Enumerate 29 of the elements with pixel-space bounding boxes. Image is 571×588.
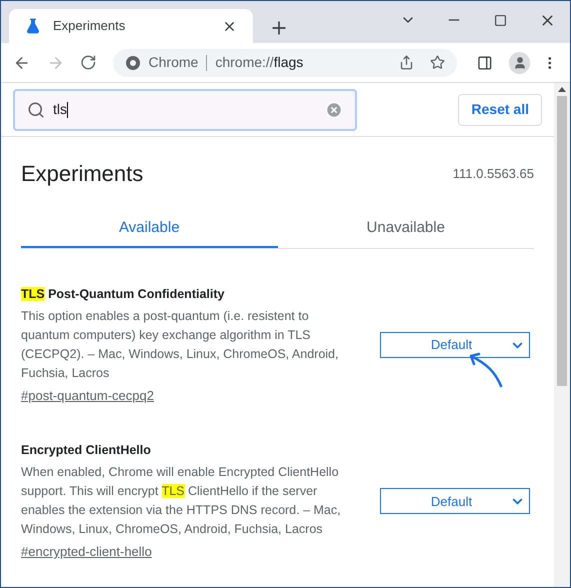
flag-link[interactable]: #post-quantum-cecpq2 [21,386,356,406]
flag-dropdown[interactable]: Default [380,332,530,358]
page-heading: Experiments [21,160,144,188]
flag-title: Encrypted ClientHello [21,442,152,460]
flag-link[interactable]: #encrypted-client-hello [21,542,356,562]
search-field[interactable]: tls [13,88,357,130]
reset-all-button[interactable]: Reset all [458,94,542,126]
chrome-logo-icon [124,54,141,70]
clear-icon[interactable] [325,100,343,118]
scroll-up-icon[interactable] [558,87,566,92]
tab[interactable]: Unavailable [278,210,534,248]
flag-description: This option enables a post-quantum (i.e. resistent to quantum computers) key exchange algorithm in TLS (CECPQ2). – Mac, Windows, Linux, ChromeOS, Android, Fuchsia, Lacros [21,308,340,382]
share-icon[interactable] [399,55,414,70]
search-icon [27,100,45,118]
version-text: 111.0.5563.65 [452,164,534,183]
flask-icon [25,18,41,34]
side-panel-icon[interactable] [477,54,494,70]
maximize-icon[interactable] [494,14,507,26]
reload-icon[interactable] [80,54,97,71]
profile-avatar[interactable] [509,52,530,74]
flag-dropdown[interactable]: Default [380,488,530,514]
flag-title: TLS Post-Quantum Confidentiality [21,286,226,303]
browser-tab[interactable]: Experiments [9,9,253,43]
site-name: Chrome [148,53,198,72]
bookmark-star-icon[interactable] [430,55,446,70]
tab-title: Experiments [53,17,126,36]
url-text: chrome://flags [215,53,304,72]
address-bar[interactable]: Chrome chrome://flags [112,48,458,76]
tab[interactable]: Available [21,210,278,248]
